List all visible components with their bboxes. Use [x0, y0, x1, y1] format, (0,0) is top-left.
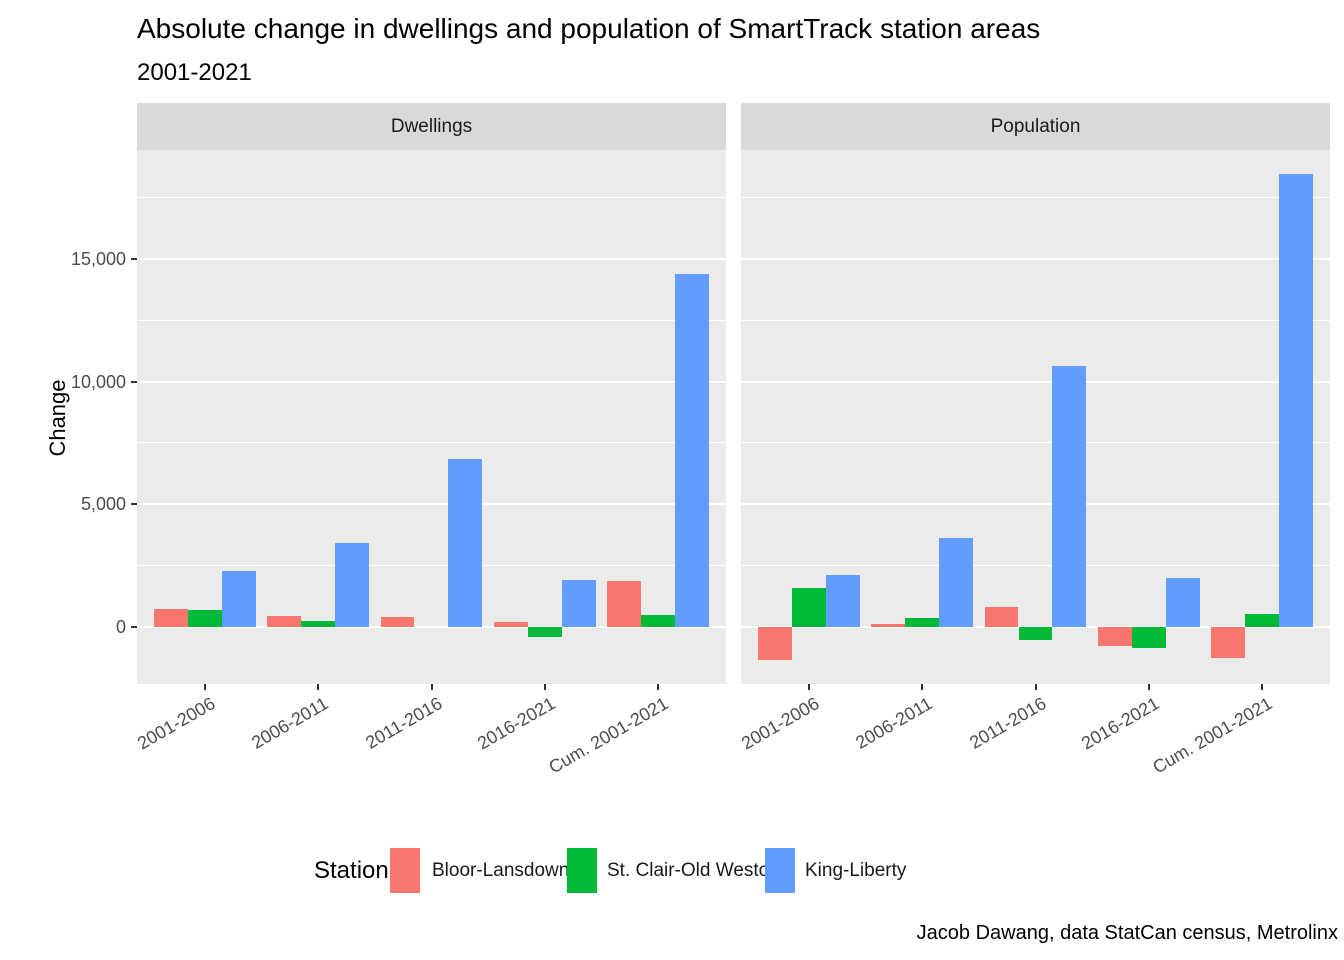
legend-label: Bloor-Lansdowne — [432, 860, 580, 882]
bar-bloor-lansdowne — [381, 617, 415, 627]
bar-st-clair-old-weston — [641, 615, 675, 627]
y-tick-label: 5,000 — [26, 495, 126, 513]
bar-bloor-lansdowne — [154, 609, 188, 627]
bar-st-clair-old-weston — [528, 627, 562, 637]
x-tick-label: 2016-2021 — [358, 694, 558, 820]
x-tick-mark — [431, 684, 433, 690]
legend-key-swatch — [567, 848, 597, 893]
legend: Station Bloor-Lansdowne St. Clair-Old Wes… — [0, 842, 1344, 902]
bar-st-clair-old-weston — [1019, 627, 1053, 640]
x-tick-label: 2016-2021 — [962, 694, 1162, 820]
x-tick-label: Cum. 2001-2021 — [472, 694, 672, 820]
gridline-minor — [137, 320, 726, 321]
legend-label: St. Clair-Old Weston — [607, 860, 780, 882]
chart-subtitle: 2001-2021 — [137, 59, 252, 87]
gridline-major — [137, 381, 726, 383]
bar-st-clair-old-weston — [905, 618, 939, 627]
gridline-minor — [137, 442, 726, 443]
x-tick-mark — [808, 684, 810, 690]
x-tick-mark — [657, 684, 659, 690]
legend-label: King-Liberty — [805, 860, 906, 882]
x-tick-mark — [544, 684, 546, 690]
x-tick-label: 2001-2006 — [18, 694, 218, 820]
bar-king-liberty — [826, 575, 860, 627]
bar-bloor-lansdowne — [267, 616, 301, 627]
legend-key-swatch — [390, 848, 420, 893]
bar-king-liberty — [1279, 174, 1313, 627]
gridline-major — [137, 503, 726, 505]
gridline-major — [741, 258, 1330, 260]
bar-king-liberty — [675, 274, 709, 627]
x-tick-mark — [1148, 684, 1150, 690]
bar-st-clair-old-weston — [301, 621, 335, 627]
y-tick-label: 0 — [26, 618, 126, 636]
bar-bloor-lansdowne — [494, 622, 528, 627]
bar-st-clair-old-weston — [1245, 614, 1279, 627]
x-tick-label: 2011-2016 — [245, 694, 445, 820]
gridline-major — [137, 258, 726, 260]
x-tick-label: 2006-2011 — [736, 694, 936, 820]
bar-king-liberty — [1052, 366, 1086, 627]
x-tick-label: 2006-2011 — [132, 694, 332, 820]
gridline-minor — [741, 565, 1330, 566]
bar-king-liberty — [562, 580, 596, 627]
bar-bloor-lansdowne — [607, 581, 641, 627]
x-tick-mark — [317, 684, 319, 690]
gridline-minor — [137, 197, 726, 198]
y-tick-label: 10,000 — [26, 373, 126, 391]
gridline-minor — [741, 320, 1330, 321]
x-tick-mark — [1261, 684, 1263, 690]
bar-bloor-lansdowne — [871, 624, 905, 627]
bar-bloor-lansdowne — [758, 627, 792, 660]
bar-bloor-lansdowne — [1098, 627, 1132, 646]
bar-bloor-lansdowne — [985, 607, 1019, 627]
x-tick-mark — [921, 684, 923, 690]
gridline-major — [741, 503, 1330, 505]
chart-title: Absolute change in dwellings and populat… — [137, 13, 1040, 45]
bar-king-liberty — [939, 538, 973, 627]
gridline-minor — [741, 197, 1330, 198]
facet-strip-label: Dwellings — [391, 116, 472, 138]
facet-strip-label: Population — [991, 116, 1081, 138]
bar-st-clair-old-weston — [188, 610, 222, 627]
gridline-minor — [741, 442, 1330, 443]
facet-panel-dwellings — [137, 150, 726, 684]
bar-king-liberty — [222, 571, 256, 627]
facet-panel-population — [741, 150, 1330, 684]
y-tick-label: 15,000 — [26, 250, 126, 268]
x-tick-label: 2001-2006 — [622, 694, 822, 820]
facet-strip-dwellings: Dwellings — [137, 103, 726, 150]
bar-bloor-lansdowne — [1211, 627, 1245, 658]
facet-strip-population: Population — [741, 103, 1330, 150]
gridline-major — [741, 381, 1330, 383]
chart-caption: Jacob Dawang, data StatCan census, Metro… — [538, 922, 1338, 945]
bar-king-liberty — [335, 543, 369, 627]
bar-st-clair-old-weston — [792, 588, 826, 627]
gridline-minor — [137, 565, 726, 566]
x-tick-label: Cum. 2001-2021 — [1076, 694, 1276, 820]
x-tick-mark — [1035, 684, 1037, 690]
legend-key-swatch — [765, 848, 795, 893]
bar-st-clair-old-weston — [1132, 627, 1166, 648]
x-tick-mark — [204, 684, 206, 690]
x-tick-label: 2011-2016 — [849, 694, 1049, 820]
bar-king-liberty — [448, 459, 482, 627]
legend-title: Station — [314, 857, 389, 885]
y-axis-title: Change — [45, 368, 71, 468]
bar-king-liberty — [1166, 578, 1200, 627]
